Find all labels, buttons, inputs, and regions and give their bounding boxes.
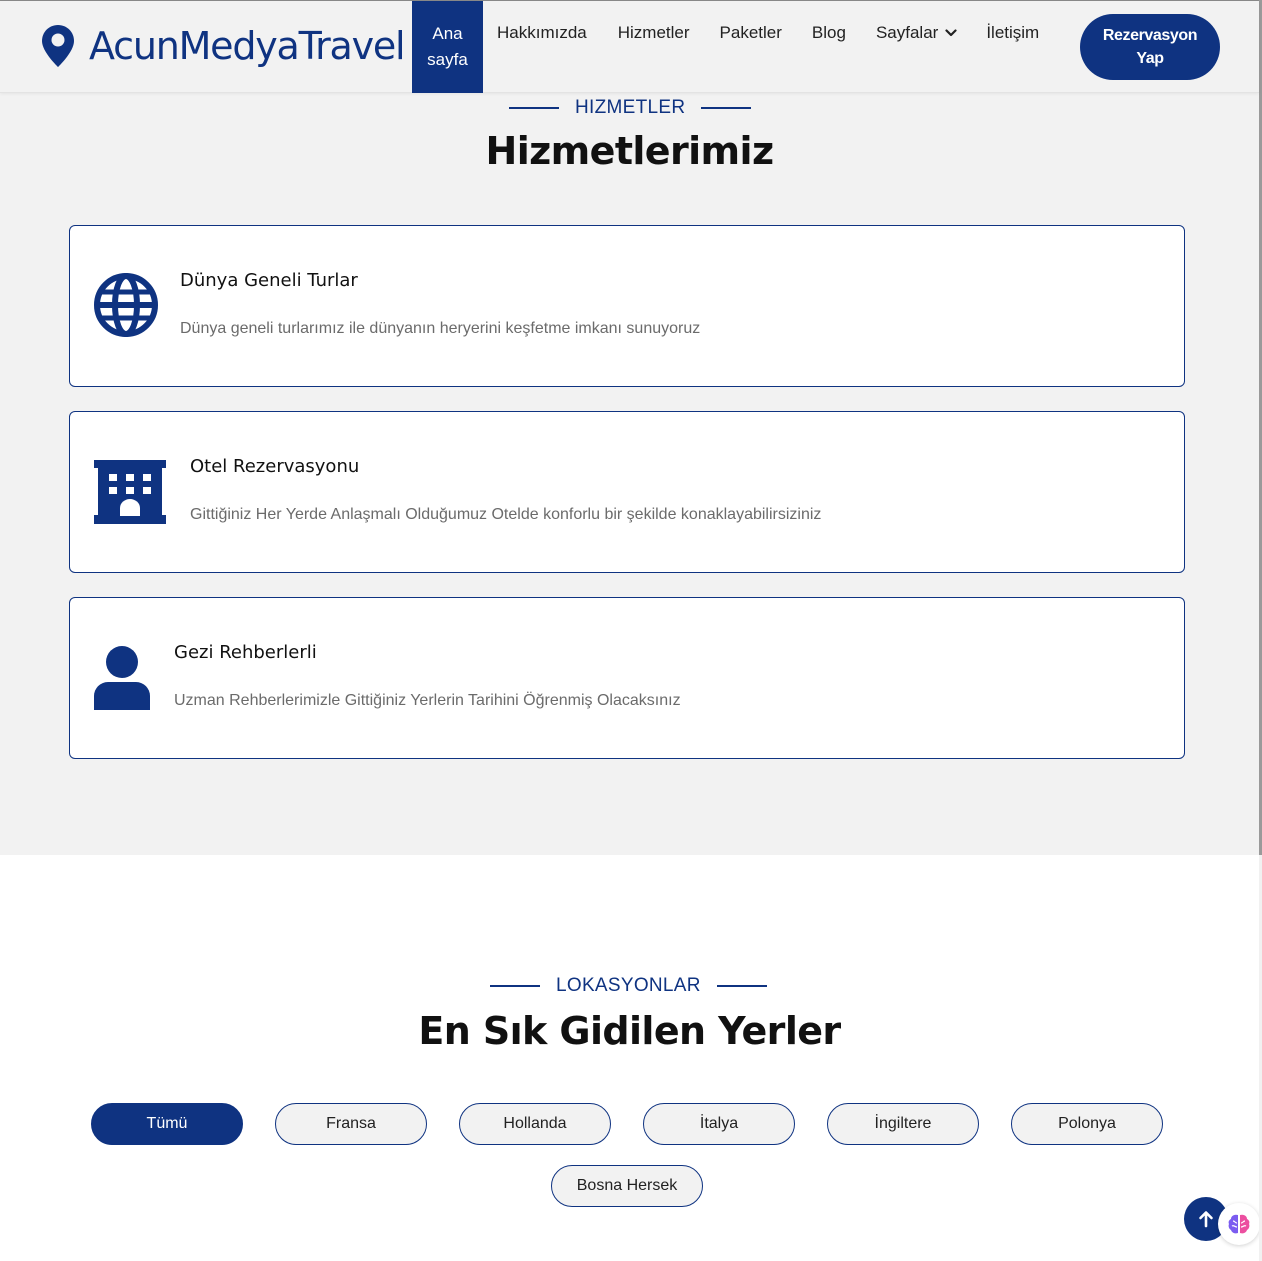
service-card-title: Otel Rezervasyonu <box>190 456 360 477</box>
nav-label-packages: Paketler <box>719 23 782 42</box>
nav-item-blog[interactable]: Blog <box>812 1 846 93</box>
nav-label-services: Hizmetler <box>617 23 690 42</box>
nav-item-about[interactable]: Hakkımızda <box>497 1 587 93</box>
nav-item-packages[interactable]: Paketler <box>720 1 782 93</box>
brain-icon <box>1228 1214 1250 1234</box>
locations-eyebrow-text: LOKASYONLAR <box>556 975 701 996</box>
filter-all[interactable]: Tümü <box>91 1103 243 1145</box>
nav-label-blog: Blog <box>811 23 846 42</box>
eyebrow-line-left <box>509 107 559 109</box>
service-card-desc: Dünya geneli turlarımız ile dünyanın her… <box>180 320 701 337</box>
service-card-title: Dünya Geneli Turlar <box>180 270 358 291</box>
services-section: HIZMETLER Hizmetlerimiz Dünya Geneli Tur… <box>0 93 1259 855</box>
services-eyebrow-text: HIZMETLER <box>575 97 686 118</box>
cta-line2: Yap <box>1136 50 1164 67</box>
filter-france[interactable]: Fransa <box>275 1103 427 1145</box>
eyebrow-line-right <box>716 985 767 987</box>
nav-item-pages[interactable]: Sayfalar <box>876 1 957 93</box>
eyebrow-line-left <box>490 985 540 987</box>
chevron-down-icon <box>945 29 957 37</box>
filter-netherlands[interactable]: Hollanda <box>459 1103 611 1145</box>
service-card-title: Gezi Rehberlerli <box>174 642 317 663</box>
main-nav: Ana sayfa Hakkımızda Hizmetler Paketler B… <box>412 1 1039 93</box>
filter-italy[interactable]: İtalya <box>643 1103 795 1145</box>
nav-item-services[interactable]: Hizmetler <box>618 1 690 93</box>
services-eyebrow: HIZMETLER <box>509 97 752 119</box>
service-card-desc: Gittiğiniz Her Yerde Anlaşmalı Olduğumuz… <box>190 506 822 523</box>
filter-england[interactable]: İngiltere <box>827 1103 979 1145</box>
cta-line1: Rezervasyon <box>1102 27 1198 44</box>
nav-item-contact[interactable]: İletişim <box>986 1 1039 93</box>
arrow-up-icon <box>1199 1211 1213 1228</box>
eyebrow-line-right <box>701 107 752 109</box>
service-card[interactable]: Dünya Geneli Turlar Dünya geneli turları… <box>69 225 1185 387</box>
site-header: AcunMedyaTravel Ana sayfa Hakkımızda Hizm… <box>0 1 1259 93</box>
service-card-desc: Uzman Rehberlerimizle Gittiğiniz Yerleri… <box>174 692 681 709</box>
nav-item-home[interactable]: Ana sayfa <box>412 1 483 93</box>
nav-label-pages: Sayfalar <box>875 23 939 42</box>
nav-label-about: Hakkımızda <box>497 23 587 42</box>
nav-label-contact: İletişim <box>986 23 1040 42</box>
locations-eyebrow: LOKASYONLAR <box>490 975 767 997</box>
user-icon <box>94 646 150 710</box>
map-pin-icon <box>42 25 74 67</box>
service-card[interactable]: Gezi Rehberlerli Uzman Rehberlerimizle G… <box>69 597 1185 759</box>
nav-home-line1: Ana <box>432 24 463 43</box>
filter-poland[interactable]: Polonya <box>1011 1103 1163 1145</box>
assistant-brain-button[interactable] <box>1218 1203 1260 1245</box>
nav-home-line2: sayfa <box>427 50 468 69</box>
reservation-button[interactable]: Rezervasyon Yap <box>1080 14 1220 80</box>
services-title: Hizmetlerimiz <box>485 129 775 173</box>
filter-bosnia[interactable]: Bosna Hersek <box>551 1165 703 1207</box>
globe-icon <box>94 273 158 337</box>
locations-title: En Sık Gidilen Yerler <box>418 1009 841 1053</box>
brand-logo[interactable]: AcunMedyaTravel <box>41 24 406 68</box>
hotel-icon <box>94 460 166 524</box>
brand-name: AcunMedyaTravel <box>89 24 406 68</box>
service-card[interactable]: Otel Rezervasyonu Gittiğiniz Her Yerde A… <box>69 411 1185 573</box>
